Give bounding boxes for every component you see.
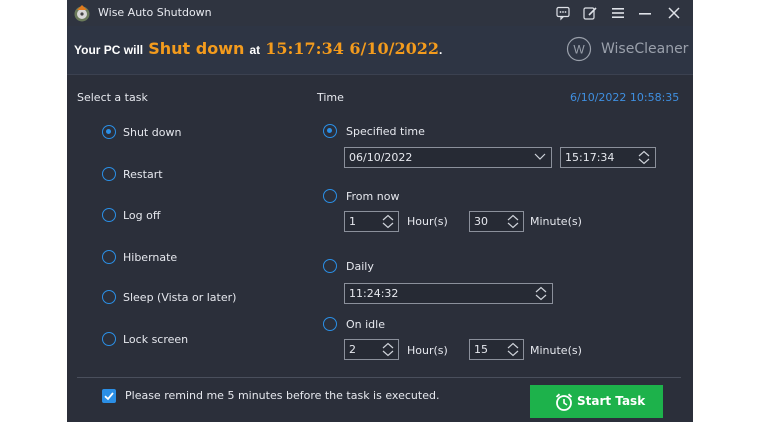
label-daily: Daily [346, 260, 374, 273]
radio-hibernate[interactable] [102, 250, 116, 264]
daily-time-spinner[interactable]: 11:24:32 [344, 283, 553, 304]
idle-minutes-spinner[interactable]: 15 [469, 339, 524, 360]
current-time: 6/10/2022 10:58:35 [570, 91, 680, 104]
idle-hours-value: 2 [349, 343, 356, 356]
start-task-button[interactable]: Start Task [530, 385, 663, 418]
specified-time-value: 15:17:34 [565, 151, 615, 164]
from-now-hours-spinner[interactable]: 1 [344, 211, 399, 232]
menu-button[interactable] [607, 3, 629, 23]
radio-sleep[interactable] [102, 290, 116, 304]
close-button[interactable] [663, 3, 685, 23]
spinner-up-down-icon [535, 286, 547, 301]
window-title: Wise Auto Shutdown [98, 6, 212, 19]
label-lock-screen: Lock screen [123, 333, 189, 346]
alarm-clock-icon [555, 393, 573, 411]
minimize-button[interactable] [634, 3, 656, 23]
spinner-up-down-icon [507, 342, 519, 357]
brand-name: WiseCleaner [601, 41, 689, 57]
date-picker[interactable]: 06/10/2022 [344, 147, 552, 168]
summary-period: . [439, 43, 443, 57]
chevron-down-icon [534, 153, 546, 160]
from-now-minutes-unit: Minute(s) [530, 215, 582, 228]
minimize-icon [639, 13, 651, 15]
radio-shut-down[interactable] [102, 125, 116, 139]
brand-letter: W [573, 43, 585, 57]
remind-checkbox[interactable] [102, 389, 116, 403]
spinner-up-down-icon [382, 214, 394, 229]
radio-log-off[interactable] [102, 208, 116, 222]
footer-divider [77, 377, 681, 378]
summary-action: Shut down [148, 39, 245, 58]
label-on-idle: On idle [346, 318, 385, 331]
specified-time-spinner[interactable]: 15:17:34 [560, 147, 656, 168]
edit-button[interactable] [579, 3, 601, 23]
daily-time-value: 11:24:32 [349, 287, 399, 300]
idle-minutes-value: 15 [474, 343, 488, 356]
radio-restart[interactable] [102, 167, 116, 181]
spinner-up-down-icon [382, 342, 394, 357]
close-icon [668, 7, 680, 19]
start-task-label: Start Task [577, 394, 646, 408]
menu-icon [612, 8, 624, 18]
shutdown-summary: Your PC will Shut down at 15:17:34 6/10/… [74, 39, 442, 58]
spinner-up-down-icon [638, 150, 650, 165]
radio-specified-time[interactable] [323, 124, 337, 138]
app-logo-icon [74, 5, 90, 22]
status-header: Your PC will Shut down at 15:17:34 6/10/… [67, 26, 693, 75]
app-window: Wise Auto Shutdown Your PC will Shut dow… [67, 0, 693, 422]
spinner-up-down-icon [507, 214, 519, 229]
checkmark-icon [104, 392, 114, 401]
task-section-label: Select a task [77, 91, 148, 104]
summary-prefix: Your PC will [74, 43, 144, 57]
summary-time: 15:17:34 6/10/2022 [265, 39, 440, 58]
from-now-minutes-spinner[interactable]: 30 [469, 211, 524, 232]
feedback-icon [556, 6, 570, 21]
from-now-hours-unit: Hour(s) [407, 215, 448, 228]
feedback-button[interactable] [552, 3, 574, 23]
title-bar: Wise Auto Shutdown [67, 0, 693, 26]
edit-icon [583, 7, 597, 20]
label-hibernate: Hibernate [123, 251, 178, 264]
label-restart: Restart [123, 168, 163, 181]
label-sleep: Sleep (Vista or later) [123, 291, 237, 304]
radio-lock-screen[interactable] [102, 332, 116, 346]
time-section-label: Time [317, 91, 344, 104]
idle-hours-spinner[interactable]: 2 [344, 339, 399, 360]
label-log-off: Log off [123, 209, 161, 222]
label-from-now: From now [346, 190, 400, 203]
from-now-hours-value: 1 [349, 215, 356, 228]
radio-on-idle[interactable] [323, 317, 337, 331]
wisecleaner-logo-icon: W [566, 36, 592, 62]
idle-hours-unit: Hour(s) [407, 344, 448, 357]
label-shut-down: Shut down [123, 126, 182, 139]
from-now-minutes-value: 30 [474, 215, 488, 228]
label-specified-time: Specified time [346, 125, 425, 138]
idle-minutes-unit: Minute(s) [530, 344, 582, 357]
radio-from-now[interactable] [323, 189, 337, 203]
date-value: 06/10/2022 [349, 151, 413, 164]
radio-daily[interactable] [323, 259, 337, 273]
remind-label: Please remind me 5 minutes before the ta… [125, 389, 440, 402]
summary-at: at [249, 43, 261, 57]
